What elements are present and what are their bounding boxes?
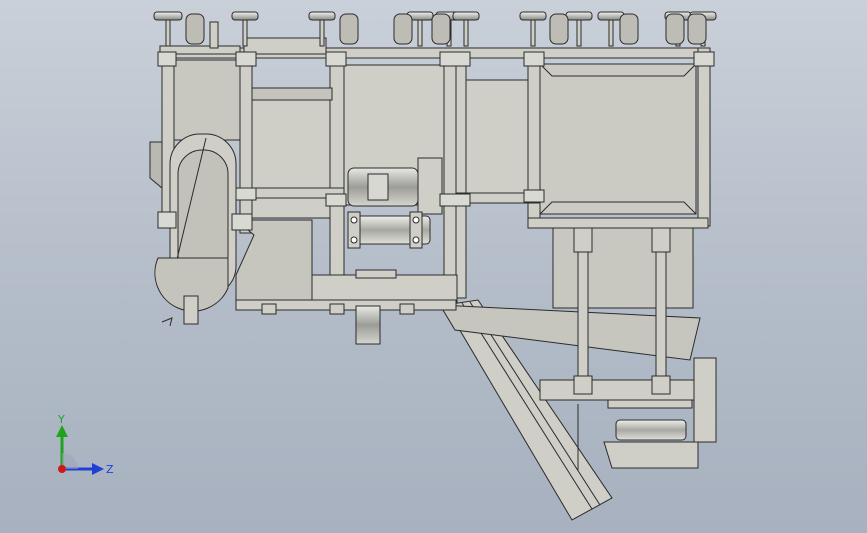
z-axis-arrow-icon bbox=[92, 463, 104, 475]
cad-model-viewport[interactable] bbox=[0, 0, 867, 533]
z-axis-label: Z bbox=[106, 463, 114, 476]
y-axis-arrow-icon bbox=[56, 425, 68, 437]
machine-assembly bbox=[149, 11, 717, 521]
origin-icon bbox=[58, 465, 66, 473]
y-axis-label: Y bbox=[57, 413, 65, 426]
axis-triad: Y Z bbox=[56, 413, 114, 476]
drive-motor bbox=[347, 157, 443, 249]
